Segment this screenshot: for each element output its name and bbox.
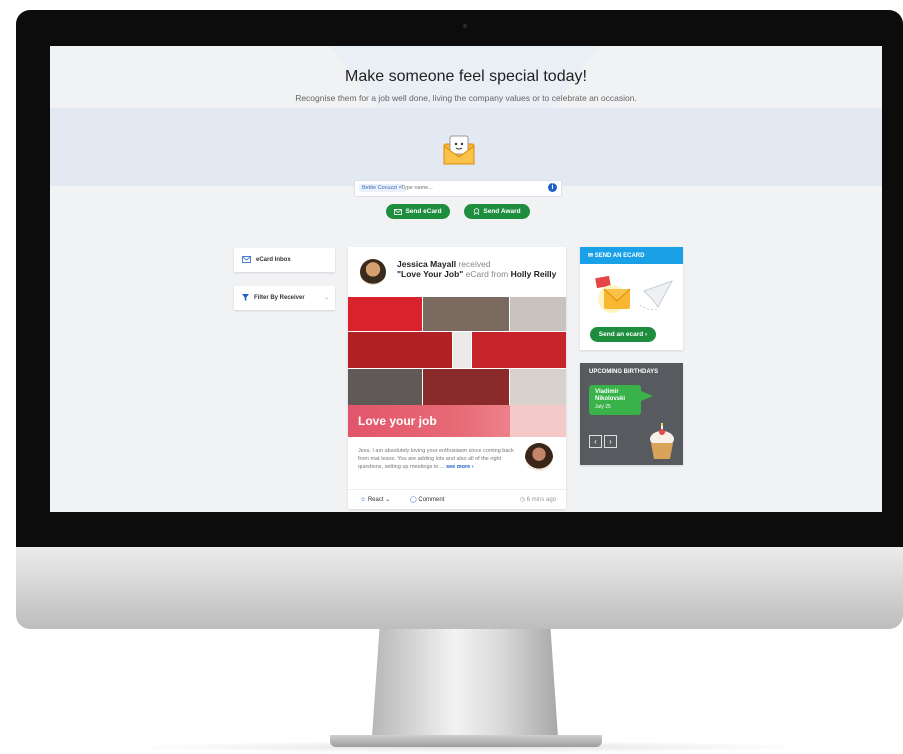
post-ecard-name: "Love Your Job": [397, 269, 464, 279]
photo-tile: [423, 369, 509, 405]
ecard-illustration: [595, 275, 674, 313]
photo-tile: [453, 332, 471, 368]
app-screen: Make someone feel special today! Recogni…: [50, 46, 882, 512]
recipient-chip[interactable]: Bettie Cocuzzi ×: [359, 184, 405, 192]
recipient-search[interactable]: Bettie Cocuzzi × i: [354, 180, 562, 197]
post-footer: ☺ React ⌄ ◯ Comment ◷ 6 mins ago: [348, 489, 566, 510]
photo-tile: [510, 297, 566, 331]
monitor-chin: [16, 547, 903, 629]
react-button[interactable]: ☺ React ⌄: [360, 496, 390, 503]
camera-icon: [463, 24, 467, 28]
ecard-image[interactable]: Love your job: [348, 297, 566, 437]
filter-icon: [242, 294, 249, 301]
birthday-date: July 25: [595, 404, 611, 410]
avatar[interactable]: [525, 443, 553, 471]
filter-label: Filter By Receiver: [254, 294, 305, 301]
photo-tile: [423, 297, 509, 331]
send-ecard-button[interactable]: Send eCard: [386, 204, 450, 219]
post-timestamp: ◷ 6 mins ago: [520, 496, 556, 503]
birthday-entry[interactable]: Vladimir Nikolovski July 25: [589, 385, 641, 415]
photo-tile: [510, 405, 566, 437]
birthdays-title: UPCOMING BIRTHDAYS: [589, 369, 659, 375]
comment-label: Comment: [418, 497, 445, 503]
photo-tile: [510, 369, 566, 405]
chevron-right-icon[interactable]: ›: [604, 435, 617, 448]
post-title: Jessica Mayall received "Love Your Job" …: [397, 259, 557, 279]
monitor-stand: [372, 629, 558, 737]
chevron-down-icon: ⌄: [323, 295, 329, 301]
clock-icon: ◷: [519, 497, 525, 503]
send-ecard-widget: ✉ SEND AN ECARD Send an ecard ›: [580, 247, 683, 350]
speech-bubble-tip: [641, 391, 653, 401]
inbox-icon: [242, 256, 251, 263]
send-award-label: Send Award: [483, 208, 521, 215]
filter-by-receiver-dropdown[interactable]: Filter By Receiver ⌄: [234, 286, 335, 310]
photo-tile: [348, 297, 422, 331]
post-sender[interactable]: Jessica Mayall: [397, 259, 456, 269]
birthday-pager: ‹ ›: [589, 435, 617, 448]
photo-tile: [348, 332, 452, 368]
comment-icon: ◯: [410, 497, 417, 503]
send-award-button[interactable]: Send Award: [464, 204, 530, 219]
send-ecard-widget-title: ✉ SEND AN ECARD: [580, 247, 683, 264]
upcoming-birthdays-widget: UPCOMING BIRTHDAYS Vladimir Nikolovski J…: [580, 363, 683, 465]
page-title: Make someone feel special today!: [345, 68, 587, 85]
monitor-foot: [330, 735, 602, 747]
love-banner-text: Love your job: [358, 414, 437, 428]
inbox-label: eCard Inbox: [256, 256, 291, 263]
photo-tile: [348, 369, 422, 405]
award-icon: [474, 208, 480, 215]
post-excerpt-text: Jess, I am absolutely loving your enthus…: [358, 448, 514, 470]
ecard-post: Jessica Mayall received "Love Your Job" …: [348, 247, 566, 509]
post-from[interactable]: Holly Reilly: [511, 269, 557, 279]
comment-button[interactable]: ◯ Comment: [410, 496, 444, 503]
envelope-icon: [443, 135, 475, 165]
recipient-name-input[interactable]: [401, 183, 531, 193]
post-ecard-suffix: eCard from: [463, 269, 511, 279]
cupcake-icon: [650, 423, 674, 459]
post-excerpt: Jess, I am absolutely loving your enthus…: [358, 447, 516, 471]
birthday-name: Vladimir Nikolovski: [595, 389, 626, 402]
avatar[interactable]: [360, 259, 386, 285]
see-more-link[interactable]: see more ›: [446, 464, 474, 470]
info-icon[interactable]: i: [548, 183, 557, 192]
page-subtitle: Recognise them for a job well done, livi…: [295, 93, 637, 103]
react-label: React ⌄: [367, 497, 391, 503]
chevron-left-icon[interactable]: ‹: [589, 435, 602, 448]
photo-tile: [472, 332, 566, 368]
react-icon: ☺: [360, 497, 367, 503]
post-time: 6 mins ago: [526, 497, 556, 503]
post-verb: received: [456, 259, 491, 269]
envelope-small-icon: [394, 208, 403, 215]
send-ecard-label: Send eCard: [405, 208, 442, 215]
ecard-inbox-button[interactable]: eCard Inbox: [234, 248, 335, 272]
send-an-ecard-button[interactable]: Send an ecard ›: [590, 327, 656, 342]
